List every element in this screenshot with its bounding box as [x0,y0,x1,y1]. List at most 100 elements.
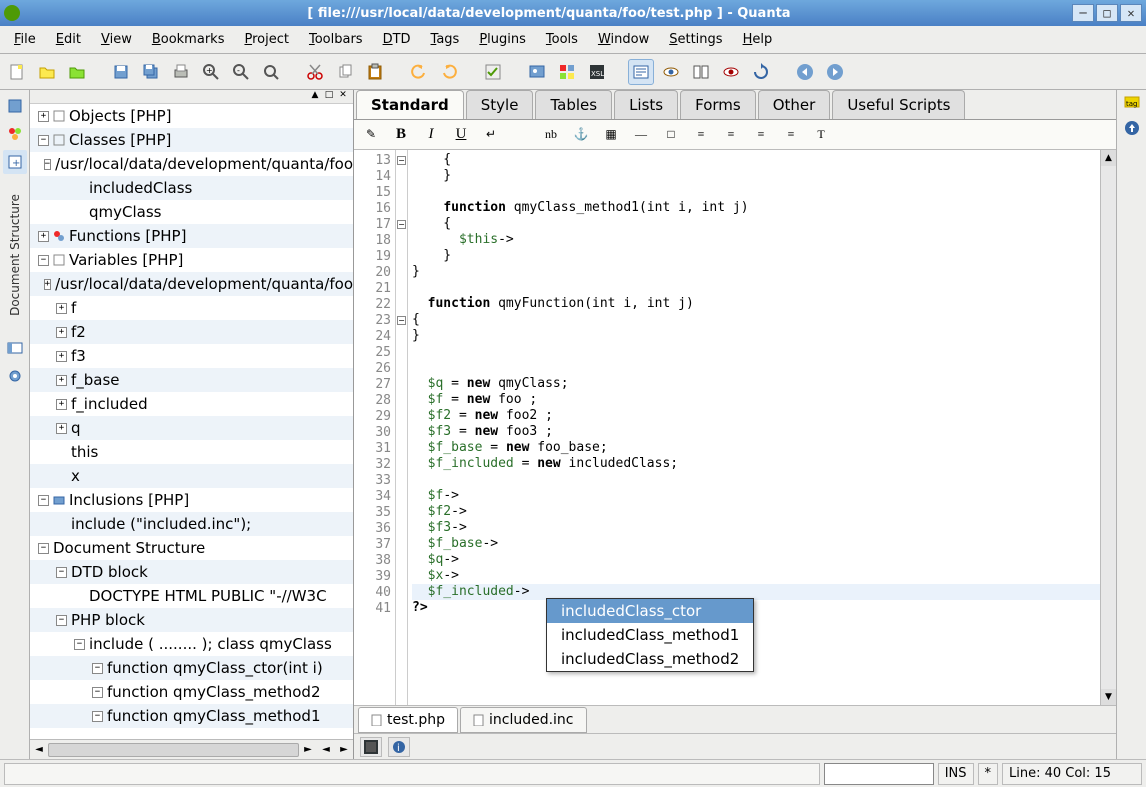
format-btn-5[interactable] [510,124,532,146]
tree-hscroll[interactable]: ◄► ◄► [30,739,353,759]
format-btn-4[interactable]: ↵ [480,124,502,146]
format-btn-7[interactable]: ⚓ [570,124,592,146]
tree-node[interactable]: +f [30,296,353,320]
split-view-icon[interactable] [688,59,714,85]
tree-node[interactable]: −/usr/local/data/development/quanta/foo [30,152,353,176]
tree-node[interactable]: −Inclusions [PHP] [30,488,353,512]
structure-tree[interactable]: +Objects [PHP]−Classes [PHP]−/usr/local/… [30,104,353,739]
save-icon[interactable] [108,59,134,85]
expander-icon[interactable]: − [38,495,49,506]
nav-back-icon[interactable] [792,59,818,85]
save-all-icon[interactable] [138,59,164,85]
format-btn-3[interactable]: U [450,124,472,146]
tree-node[interactable]: +f2 [30,320,353,344]
view-source-icon[interactable] [628,59,654,85]
format-btn-2[interactable]: I [420,124,442,146]
zoom-in-icon[interactable]: + [198,59,224,85]
tab-forms[interactable]: Forms [680,90,756,119]
maximize-button[interactable]: □ [1096,4,1118,22]
autocomplete-popup[interactable]: includedClass_ctorincludedClass_method1i… [546,598,754,672]
templates-view-icon[interactable]: + [3,150,27,174]
menu-tools[interactable]: Tools [538,29,586,50]
tree-node[interactable]: −DTD block [30,560,353,584]
undo-icon[interactable] [406,59,432,85]
tree-node[interactable]: +q [30,416,353,440]
menu-help[interactable]: Help [735,29,781,50]
file-tab[interactable]: included.inc [460,707,587,733]
tree-node[interactable]: includedClass [30,176,353,200]
cut-icon[interactable] [302,59,328,85]
expander-icon[interactable]: − [56,615,67,626]
project-view-icon[interactable] [3,122,27,146]
insert-mode-indicator[interactable]: INS [938,763,974,785]
minimize-button[interactable]: ─ [1072,4,1094,22]
editor-vscroll[interactable]: ▲ ▼ [1100,150,1116,705]
file-tab[interactable]: test.php [358,707,458,733]
tree-node[interactable]: −PHP block [30,608,353,632]
expander-icon[interactable]: − [44,159,51,170]
tree-node[interactable]: −include ( ........ ); class qmyClass [30,632,353,656]
fold-column[interactable]: −−− [396,150,408,705]
expander-icon[interactable]: + [38,231,49,242]
structure-view-icon[interactable] [3,336,27,360]
format-btn-14[interactable]: ≡ [780,124,802,146]
tab-standard[interactable]: Standard [356,90,464,119]
expander-icon[interactable]: + [44,279,51,290]
menu-settings[interactable]: Settings [661,29,730,50]
nav-forward-icon[interactable] [822,59,848,85]
expander-icon[interactable]: + [56,399,67,410]
status-input[interactable] [824,763,934,785]
expander-icon[interactable]: − [92,711,103,722]
menu-bookmarks[interactable]: Bookmarks [144,29,233,50]
menu-edit[interactable]: Edit [48,29,89,50]
settings-view-icon[interactable] [3,364,27,388]
panel-header-controls[interactable]: ▲□✕ [30,90,353,104]
tree-node[interactable]: −function qmyClass_ctor(int i) [30,656,353,680]
autocomplete-item[interactable]: includedClass_method2 [547,647,753,671]
autocomplete-item[interactable]: includedClass_method1 [547,623,753,647]
autocomplete-item[interactable]: includedClass_ctor [547,599,753,623]
format-btn-1[interactable]: B [390,124,412,146]
tree-node[interactable]: this [30,440,353,464]
expander-icon[interactable]: − [56,567,67,578]
tree-node[interactable]: −Document Structure [30,536,353,560]
tree-node[interactable]: +Objects [PHP] [30,104,353,128]
menu-plugins[interactable]: Plugins [471,29,534,50]
format-btn-11[interactable]: ≡ [690,124,712,146]
tree-node[interactable]: −Variables [PHP] [30,248,353,272]
expander-icon[interactable]: + [38,111,49,122]
expander-icon[interactable]: − [92,663,103,674]
tree-node[interactable]: include ("included.inc"); [30,512,353,536]
grid-icon[interactable] [554,59,580,85]
expander-icon[interactable]: − [74,639,85,650]
tree-node[interactable]: DOCTYPE HTML PUBLIC "-//W3C [30,584,353,608]
menu-dtd[interactable]: DTD [375,29,419,50]
check-icon[interactable] [480,59,506,85]
zoom-reset-icon[interactable] [258,59,284,85]
expander-icon[interactable]: − [38,255,49,266]
format-btn-13[interactable]: ≡ [750,124,772,146]
expander-icon[interactable]: − [38,543,49,554]
paste-icon[interactable] [362,59,388,85]
copy-icon[interactable] [332,59,358,85]
tab-lists[interactable]: Lists [614,90,678,119]
menu-toolbars[interactable]: Toolbars [301,29,371,50]
tree-node[interactable]: −Classes [PHP] [30,128,353,152]
expander-icon[interactable]: + [56,327,67,338]
menu-file[interactable]: File [6,29,44,50]
tree-node[interactable]: −function qmyClass_method2 [30,680,353,704]
menu-project[interactable]: Project [236,29,297,50]
tree-node[interactable]: +f3 [30,344,353,368]
menu-tags[interactable]: Tags [423,29,468,50]
format-btn-10[interactable]: □ [660,124,682,146]
files-view-icon[interactable] [3,94,27,118]
tree-node[interactable]: qmyClass [30,200,353,224]
refresh-icon[interactable] [748,59,774,85]
tree-node[interactable]: +f_included [30,392,353,416]
print-icon[interactable] [168,59,194,85]
tree-node[interactable]: +Functions [PHP] [30,224,353,248]
tab-useful-scripts[interactable]: Useful Scripts [832,90,965,119]
expander-icon[interactable]: − [38,135,49,146]
expander-icon[interactable]: + [56,375,67,386]
tab-other[interactable]: Other [758,90,831,119]
